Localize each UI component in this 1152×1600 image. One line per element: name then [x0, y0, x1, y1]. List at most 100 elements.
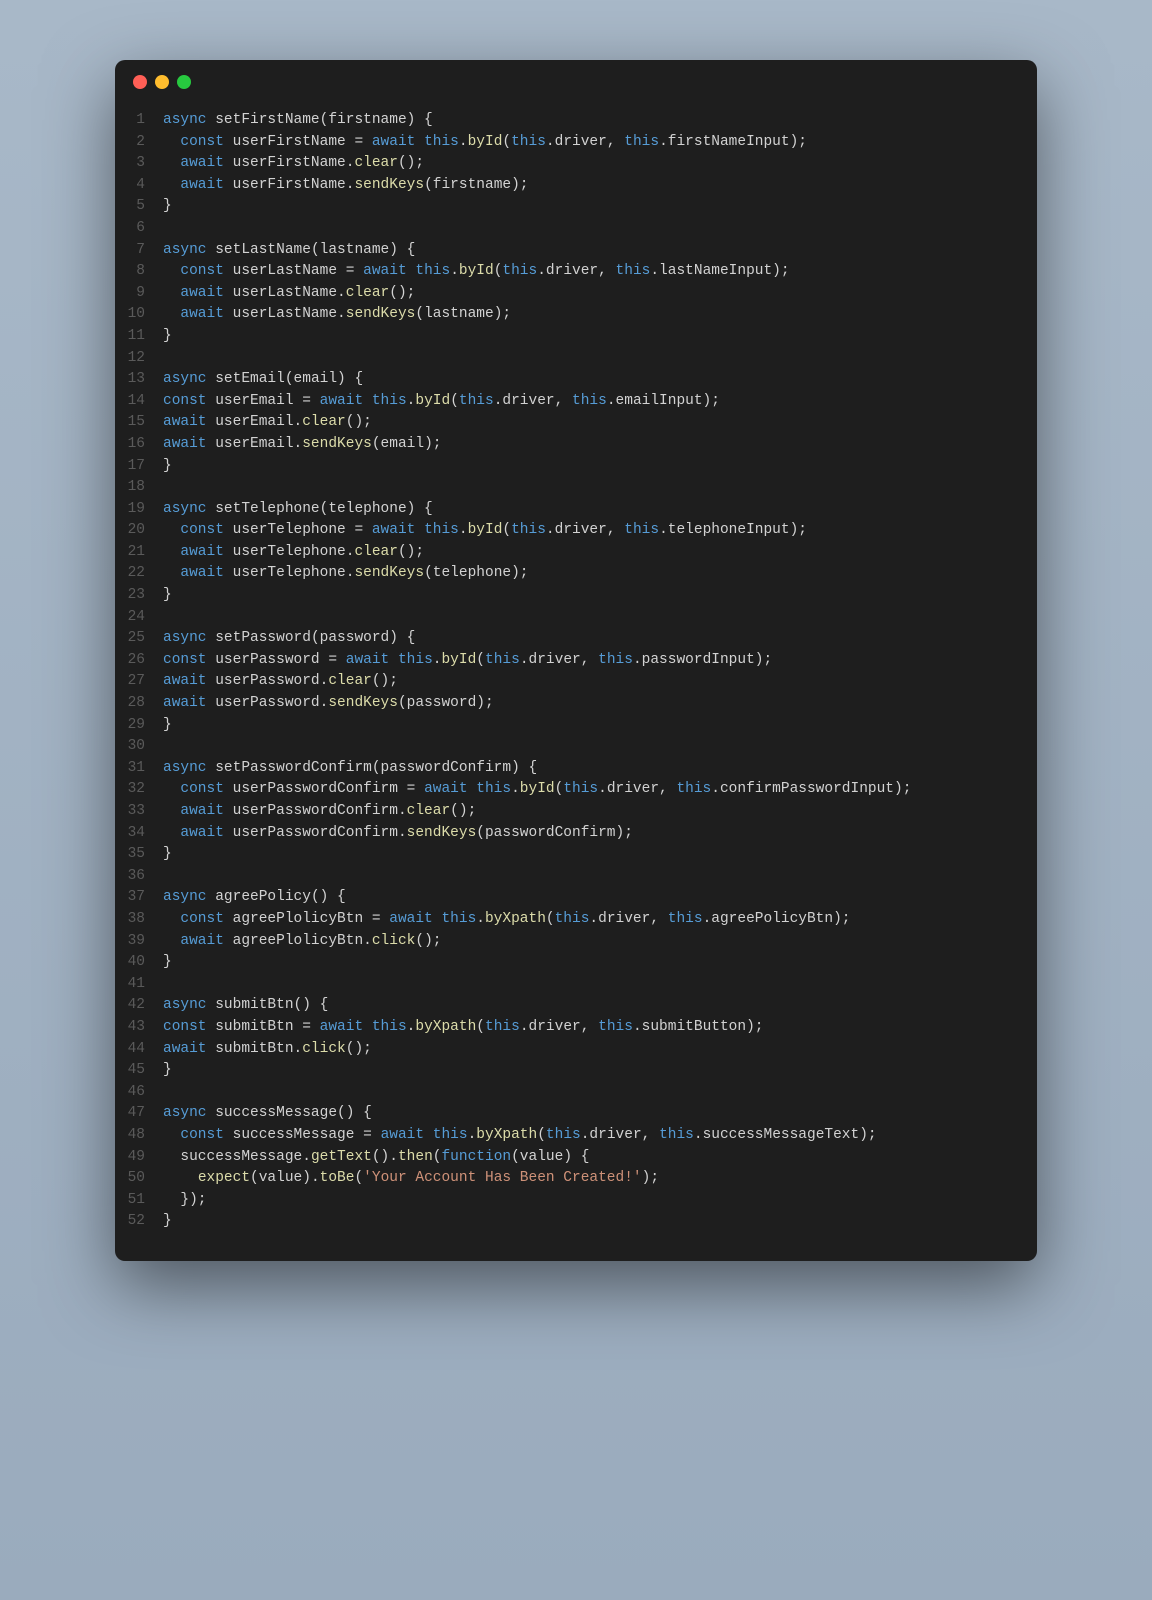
- code-line[interactable]: 7async setLastName(lastname) {: [115, 240, 1037, 262]
- code-content[interactable]: async setPassword(password) {: [163, 628, 415, 650]
- code-content[interactable]: const userLastName = await this.byId(thi…: [163, 261, 790, 283]
- code-line[interactable]: 36: [115, 866, 1037, 888]
- code-line[interactable]: 14const userEmail = await this.byId(this…: [115, 391, 1037, 413]
- code-content[interactable]: });: [163, 1190, 207, 1212]
- code-line[interactable]: 11}: [115, 326, 1037, 348]
- code-line[interactable]: 4 await userFirstName.sendKeys(firstname…: [115, 175, 1037, 197]
- code-line[interactable]: 35}: [115, 844, 1037, 866]
- code-line[interactable]: 16await userEmail.sendKeys(email);: [115, 434, 1037, 456]
- code-line[interactable]: 24: [115, 607, 1037, 629]
- code-content[interactable]: await userPassword.sendKeys(password);: [163, 693, 494, 715]
- code-line[interactable]: 32 const userPasswordConfirm = await thi…: [115, 779, 1037, 801]
- code-line[interactable]: 9 await userLastName.clear();: [115, 283, 1037, 305]
- code-content[interactable]: await userTelephone.sendKeys(telephone);: [163, 563, 529, 585]
- code-line[interactable]: 23}: [115, 585, 1037, 607]
- code-line[interactable]: 46: [115, 1082, 1037, 1104]
- code-content[interactable]: }: [163, 326, 172, 348]
- code-content[interactable]: await submitBtn.click();: [163, 1039, 372, 1061]
- code-line[interactable]: 5}: [115, 196, 1037, 218]
- code-line[interactable]: 41: [115, 974, 1037, 996]
- code-content[interactable]: const agreePlolicyBtn = await this.byXpa…: [163, 909, 851, 931]
- code-line[interactable]: 18: [115, 477, 1037, 499]
- code-content[interactable]: async setPasswordConfirm(passwordConfirm…: [163, 758, 537, 780]
- maximize-icon[interactable]: [177, 75, 191, 89]
- code-line[interactable]: 2 const userFirstName = await this.byId(…: [115, 132, 1037, 154]
- code-content[interactable]: const userFirstName = await this.byId(th…: [163, 132, 807, 154]
- code-line[interactable]: 37async agreePolicy() {: [115, 887, 1037, 909]
- minimize-icon[interactable]: [155, 75, 169, 89]
- code-line[interactable]: 12: [115, 348, 1037, 370]
- code-content[interactable]: const submitBtn = await this.byXpath(thi…: [163, 1017, 763, 1039]
- code-content[interactable]: const successMessage = await this.byXpat…: [163, 1125, 877, 1147]
- code-line[interactable]: 49 successMessage.getText().then(functio…: [115, 1147, 1037, 1169]
- code-content[interactable]: }: [163, 585, 172, 607]
- code-line[interactable]: 43const submitBtn = await this.byXpath(t…: [115, 1017, 1037, 1039]
- close-icon[interactable]: [133, 75, 147, 89]
- code-line[interactable]: 28await userPassword.sendKeys(password);: [115, 693, 1037, 715]
- code-line[interactable]: 40}: [115, 952, 1037, 974]
- code-content[interactable]: }: [163, 456, 172, 478]
- code-line[interactable]: 39 await agreePlolicyBtn.click();: [115, 931, 1037, 953]
- code-line[interactable]: 13async setEmail(email) {: [115, 369, 1037, 391]
- code-content[interactable]: await userPassword.clear();: [163, 671, 398, 693]
- code-line[interactable]: 26const userPassword = await this.byId(t…: [115, 650, 1037, 672]
- code-line[interactable]: 51 });: [115, 1190, 1037, 1212]
- code-content[interactable]: }: [163, 1060, 172, 1082]
- code-content[interactable]: expect(value).toBe('Your Account Has Bee…: [163, 1168, 659, 1190]
- code-content[interactable]: await userPasswordConfirm.sendKeys(passw…: [163, 823, 633, 845]
- code-line[interactable]: 27await userPassword.clear();: [115, 671, 1037, 693]
- code-line[interactable]: 1async setFirstName(firstname) {: [115, 110, 1037, 132]
- code-line[interactable]: 8 const userLastName = await this.byId(t…: [115, 261, 1037, 283]
- code-content[interactable]: async setTelephone(telephone) {: [163, 499, 433, 521]
- code-line[interactable]: 33 await userPasswordConfirm.clear();: [115, 801, 1037, 823]
- code-content[interactable]: await agreePlolicyBtn.click();: [163, 931, 441, 953]
- code-editor[interactable]: 1async setFirstName(firstname) {2 const …: [115, 104, 1037, 1261]
- code-line[interactable]: 52}: [115, 1211, 1037, 1233]
- code-line[interactable]: 30: [115, 736, 1037, 758]
- code-content[interactable]: const userPasswordConfirm = await this.b…: [163, 779, 911, 801]
- code-line[interactable]: 42async submitBtn() {: [115, 995, 1037, 1017]
- code-line[interactable]: 10 await userLastName.sendKeys(lastname)…: [115, 304, 1037, 326]
- code-line[interactable]: 22 await userTelephone.sendKeys(telephon…: [115, 563, 1037, 585]
- code-content[interactable]: await userEmail.clear();: [163, 412, 372, 434]
- code-content[interactable]: }: [163, 1211, 172, 1233]
- code-content[interactable]: }: [163, 952, 172, 974]
- code-content[interactable]: await userTelephone.clear();: [163, 542, 424, 564]
- code-line[interactable]: 19async setTelephone(telephone) {: [115, 499, 1037, 521]
- code-line[interactable]: 50 expect(value).toBe('Your Account Has …: [115, 1168, 1037, 1190]
- code-line[interactable]: 47async successMessage() {: [115, 1103, 1037, 1125]
- code-content[interactable]: await userEmail.sendKeys(email);: [163, 434, 441, 456]
- code-content[interactable]: async submitBtn() {: [163, 995, 328, 1017]
- code-content[interactable]: }: [163, 844, 172, 866]
- code-line[interactable]: 48 const successMessage = await this.byX…: [115, 1125, 1037, 1147]
- code-content[interactable]: async setEmail(email) {: [163, 369, 363, 391]
- code-line[interactable]: 6: [115, 218, 1037, 240]
- code-line[interactable]: 25async setPassword(password) {: [115, 628, 1037, 650]
- code-line[interactable]: 29}: [115, 715, 1037, 737]
- code-content[interactable]: const userPassword = await this.byId(thi…: [163, 650, 772, 672]
- code-content[interactable]: await userLastName.clear();: [163, 283, 415, 305]
- code-content[interactable]: }: [163, 196, 172, 218]
- code-content[interactable]: await userFirstName.clear();: [163, 153, 424, 175]
- code-content[interactable]: async setLastName(lastname) {: [163, 240, 415, 262]
- code-content[interactable]: successMessage.getText().then(function(v…: [163, 1147, 589, 1169]
- code-line[interactable]: 38 const agreePlolicyBtn = await this.by…: [115, 909, 1037, 931]
- code-line[interactable]: 21 await userTelephone.clear();: [115, 542, 1037, 564]
- code-content[interactable]: const userEmail = await this.byId(this.d…: [163, 391, 720, 413]
- code-content[interactable]: async successMessage() {: [163, 1103, 372, 1125]
- code-content[interactable]: await userFirstName.sendKeys(firstname);: [163, 175, 529, 197]
- code-line[interactable]: 45}: [115, 1060, 1037, 1082]
- code-line[interactable]: 44await submitBtn.click();: [115, 1039, 1037, 1061]
- code-content[interactable]: const userTelephone = await this.byId(th…: [163, 520, 807, 542]
- code-content[interactable]: }: [163, 715, 172, 737]
- code-content[interactable]: async setFirstName(firstname) {: [163, 110, 433, 132]
- code-line[interactable]: 3 await userFirstName.clear();: [115, 153, 1037, 175]
- code-content[interactable]: await userPasswordConfirm.clear();: [163, 801, 476, 823]
- code-line[interactable]: 17}: [115, 456, 1037, 478]
- code-line[interactable]: 31async setPasswordConfirm(passwordConfi…: [115, 758, 1037, 780]
- code-line[interactable]: 34 await userPasswordConfirm.sendKeys(pa…: [115, 823, 1037, 845]
- code-content[interactable]: await userLastName.sendKeys(lastname);: [163, 304, 511, 326]
- code-line[interactable]: 15await userEmail.clear();: [115, 412, 1037, 434]
- code-content[interactable]: async agreePolicy() {: [163, 887, 346, 909]
- code-line[interactable]: 20 const userTelephone = await this.byId…: [115, 520, 1037, 542]
